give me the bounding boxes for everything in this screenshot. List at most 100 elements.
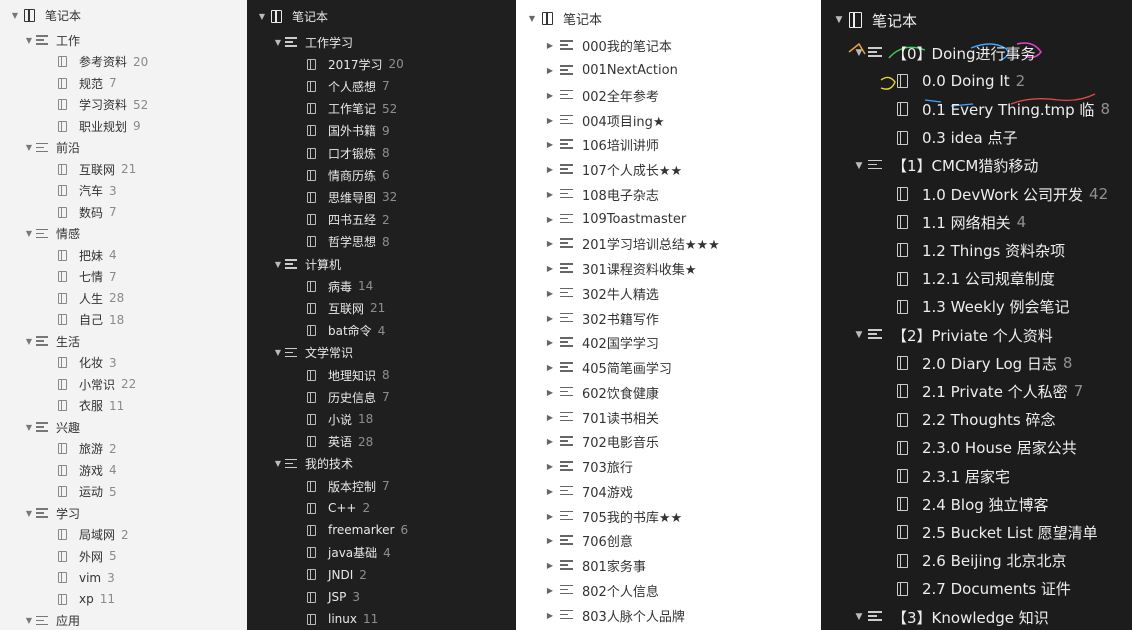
notebooks-header[interactable]: ▼ 笔记本 [0,4,247,26]
notebook-row[interactable]: 情商历练 6 [247,164,516,186]
chevron-right-icon[interactable]: ▶ [544,165,556,174]
notebook-row[interactable]: 工作笔记 52 [247,98,516,120]
notebook-row[interactable]: 口才锻炼 8 [247,142,516,164]
stack-row[interactable]: ▶ 004项目ing★ [516,108,821,133]
notebook-row[interactable]: 2.2 Thoughts 碎念 [821,406,1132,434]
stack-row[interactable]: ▼ 工作学习 [247,31,516,53]
chevron-down-icon[interactable]: ▼ [24,616,34,625]
notebook-row[interactable]: JSP 3 [247,586,516,608]
stack-row[interactable]: ▶ 108电子杂志 [516,182,821,207]
notebook-row[interactable]: 互联网 21 [247,297,516,319]
notebooks-header[interactable]: ▼ 笔记本 [247,5,516,27]
notebook-row[interactable]: 2.6 Beijing 北京北京 [821,547,1132,575]
stack-row[interactable]: ▶ 704游戏 [516,479,821,504]
notebook-row[interactable]: linux 11 [247,608,516,630]
chevron-right-icon[interactable]: ▶ [544,239,556,248]
stack-row[interactable]: ▶ 706创意 [516,529,821,554]
chevron-right-icon[interactable]: ▶ [544,338,556,347]
chevron-down-icon[interactable]: ▼ [273,260,283,269]
chevron-right-icon[interactable]: ▶ [544,462,556,471]
stack-row[interactable]: ▶ 302书籍写作 [516,306,821,331]
chevron-right-icon[interactable]: ▶ [544,536,556,545]
chevron-down-icon[interactable]: ▼ [833,15,845,25]
notebook-row[interactable]: 国外书籍 9 [247,120,516,142]
stack-row[interactable]: ▶ 801家务事 [516,553,821,578]
stack-row[interactable]: ▼ 兴趣 [0,416,247,438]
chevron-right-icon[interactable]: ▶ [544,66,556,75]
chevron-down-icon[interactable]: ▼ [273,459,283,468]
notebook-row[interactable]: 2.7 Documents 证件 [821,575,1132,603]
chevron-down-icon[interactable]: ▼ [273,348,283,357]
stack-row[interactable]: ▼ 前沿 [0,137,247,159]
notebook-row[interactable]: 0.0 Doing It 2 [821,67,1132,95]
stack-row[interactable]: ▶ 301课程资料收集★ [516,256,821,281]
stack-row[interactable]: ▶ 602饮食健康 [516,380,821,405]
stack-row[interactable]: ▼ 【3】Knowledge 知识 [821,603,1132,630]
chevron-down-icon[interactable]: ▼ [853,612,865,622]
stack-row[interactable]: ▶ 405简笔画学习 [516,355,821,380]
notebook-row[interactable]: xp 11 [0,588,247,610]
notebook-row[interactable]: 哲学思想 8 [247,231,516,253]
chevron-right-icon[interactable]: ▶ [544,215,556,224]
notebook-row[interactable]: 2.5 Bucket List 愿望清单 [821,518,1132,546]
notebook-row[interactable]: 汽车 3 [0,180,247,202]
stack-row[interactable]: ▶ 109Toastmaster [516,207,821,232]
chevron-right-icon[interactable]: ▶ [544,289,556,298]
notebook-row[interactable]: freemarker 6 [247,519,516,541]
notebook-row[interactable]: 2.0 Diary Log 日志 8 [821,349,1132,377]
stack-row[interactable]: ▼ 生活 [0,330,247,352]
notebook-row[interactable]: 规范 7 [0,72,247,94]
notebook-row[interactable]: JNDI 2 [247,564,516,586]
notebook-row[interactable]: 1.0 DevWork 公司开发 42 [821,180,1132,208]
chevron-right-icon[interactable]: ▶ [544,561,556,570]
notebook-row[interactable]: 个人感想 7 [247,75,516,97]
notebook-row[interactable]: 游戏 4 [0,459,247,481]
notebook-row[interactable]: 2.1 Private 个人私密 7 [821,377,1132,405]
chevron-down-icon[interactable]: ▼ [853,161,865,171]
notebook-row[interactable]: C++ 2 [247,497,516,519]
notebook-row[interactable]: 1.3 Weekly 例会笔记 [821,293,1132,321]
stack-row[interactable]: ▼ 工作 [0,29,247,51]
stack-row[interactable]: ▶ 703旅行 [516,454,821,479]
notebook-row[interactable]: 0.1 Every Thing.tmp 临 8 [821,95,1132,123]
notebook-row[interactable]: 2.4 Blog 独立博客 [821,490,1132,518]
notebook-row[interactable]: 1.1 网络相关 4 [821,208,1132,236]
stack-row[interactable]: ▼ 学习 [0,502,247,524]
notebook-row[interactable]: 0.3 idea 点子 [821,124,1132,152]
notebook-row[interactable]: 参考资料 20 [0,51,247,73]
notebook-row[interactable]: 四书五经 2 [247,209,516,231]
notebook-row[interactable]: 病毒 14 [247,275,516,297]
chevron-down-icon[interactable]: ▼ [24,337,34,346]
stack-row[interactable]: ▶ 701读书相关 [516,405,821,430]
notebook-row[interactable]: 1.2.1 公司规章制度 [821,265,1132,293]
notebook-row[interactable]: 2.3.1 居家宅 [821,462,1132,490]
stack-row[interactable]: ▶ 201学习培训总结★★★ [516,232,821,257]
stack-row[interactable]: ▶ 302牛人精选 [516,281,821,306]
notebook-row[interactable]: 学习资料 52 [0,94,247,116]
stack-row[interactable]: ▼ 应用 [0,610,247,630]
notebook-row[interactable]: 小说 18 [247,408,516,430]
notebook-row[interactable]: 人生 28 [0,287,247,309]
stack-row[interactable]: ▶ 402国学学习 [516,331,821,356]
chevron-down-icon[interactable]: ▼ [853,330,865,340]
chevron-right-icon[interactable]: ▶ [544,512,556,521]
chevron-down-icon[interactable]: ▼ [853,48,865,58]
notebook-row[interactable]: 运动 5 [0,481,247,503]
stack-row[interactable]: ▶ 001NextAction [516,58,821,83]
notebook-row[interactable]: 2.3.0 House 居家公共 [821,434,1132,462]
notebook-row[interactable]: 英语 28 [247,431,516,453]
notebook-row[interactable]: 七情 7 [0,266,247,288]
notebook-row[interactable]: java基础 4 [247,542,516,564]
chevron-right-icon[interactable]: ▶ [544,140,556,149]
stack-row[interactable]: ▼ 我的技术 [247,453,516,475]
notebooks-header[interactable]: ▼ 笔记本 [516,6,821,31]
notebook-row[interactable]: 衣服 11 [0,395,247,417]
notebook-row[interactable]: 把妹 4 [0,244,247,266]
chevron-right-icon[interactable]: ▶ [544,363,556,372]
stack-row[interactable]: ▼ 文学常识 [247,342,516,364]
notebook-row[interactable]: 1.2 Things 资料杂项 [821,236,1132,264]
chevron-down-icon[interactable]: ▼ [273,38,283,47]
notebooks-header[interactable]: ▼ 笔记本 [821,6,1132,34]
chevron-right-icon[interactable]: ▶ [544,611,556,620]
notebook-row[interactable]: 外网 5 [0,545,247,567]
